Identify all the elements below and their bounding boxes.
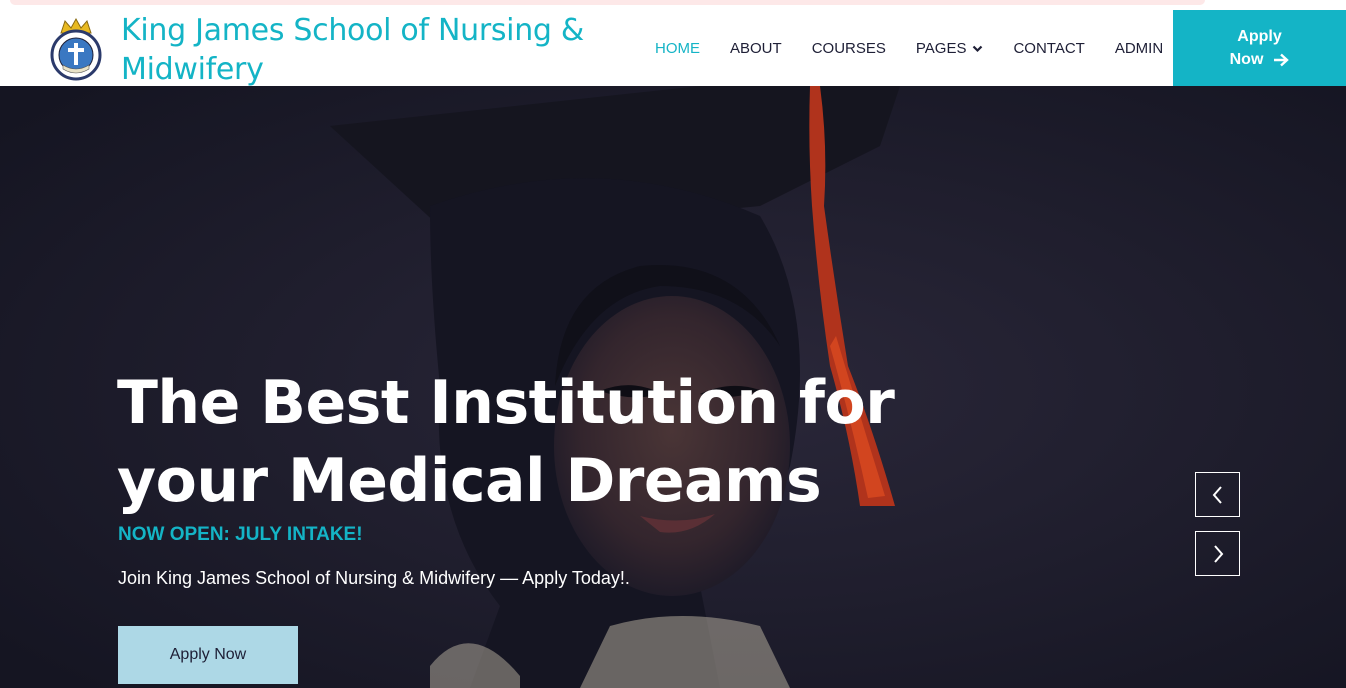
nav-about[interactable]: ABOUT bbox=[730, 40, 782, 57]
top-strip-bar bbox=[10, 0, 1205, 5]
browser-top-strip bbox=[0, 0, 1346, 10]
slider-prev-button[interactable] bbox=[1195, 472, 1240, 517]
slider-next-button[interactable] bbox=[1195, 531, 1240, 576]
hero-tagline: NOW OPEN: JULY INTAKE! bbox=[118, 524, 363, 545]
school-logo[interactable] bbox=[48, 17, 104, 81]
chevron-right-icon bbox=[1213, 544, 1223, 563]
nav-pages[interactable]: PAGES bbox=[916, 40, 984, 57]
nav-courses[interactable]: COURSES bbox=[812, 40, 886, 57]
main-nav: HOME ABOUT COURSES PAGES CONTACT ADMIN bbox=[640, 10, 1178, 86]
apply-button-line1: Apply bbox=[1237, 28, 1282, 45]
nav-contact[interactable]: CONTACT bbox=[1013, 40, 1084, 57]
nav-admin[interactable]: ADMIN bbox=[1115, 40, 1163, 57]
hero-slider: The Best Institution for your Medical Dr… bbox=[0, 86, 1346, 688]
brand-name[interactable]: King James School of Nursing & Midwifery bbox=[121, 11, 621, 89]
nav-home[interactable]: HOME bbox=[655, 40, 700, 57]
apply-button-line2: Now bbox=[1229, 51, 1264, 68]
nav-pages-label: PAGES bbox=[915, 39, 967, 57]
chevron-left-icon bbox=[1212, 485, 1222, 504]
hero-subtext: Join King James School of Nursing & Midw… bbox=[118, 568, 630, 588]
site-header: King James School of Nursing & Midwifery… bbox=[0, 10, 1346, 89]
apply-now-hero-button[interactable]: Apply Now bbox=[118, 626, 298, 684]
hero-headline: The Best Institution for your Medical Dr… bbox=[117, 368, 895, 516]
arrow-right-icon bbox=[1274, 53, 1290, 66]
apply-button-row2: Now bbox=[1230, 48, 1290, 71]
chevron-down-icon bbox=[973, 45, 983, 52]
apply-now-header-button[interactable]: Apply Now bbox=[1173, 10, 1346, 86]
